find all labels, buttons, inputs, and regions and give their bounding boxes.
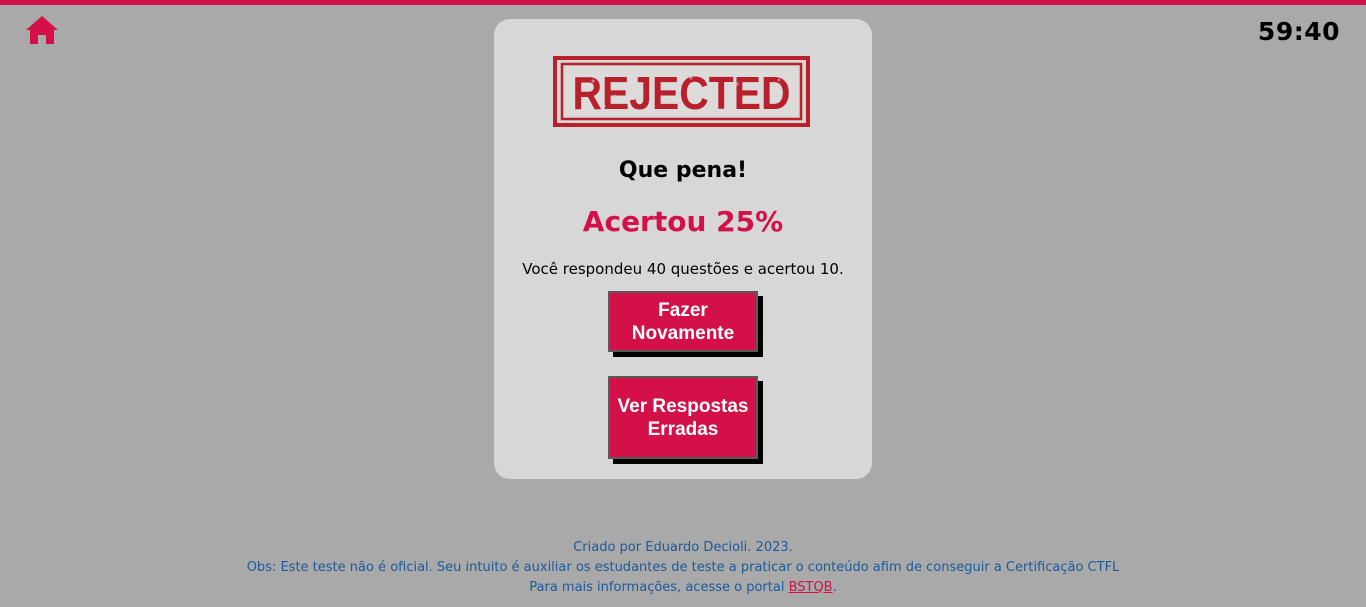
retry-button-label: Fazer Novamente — [631, 299, 735, 344]
stamp-text: REJECTED — [573, 67, 791, 119]
countdown-timer: 59:40 — [1257, 17, 1340, 46]
score-percentage: Acertou 25% — [582, 205, 784, 238]
footer-info-prefix: Para mais informações, acesse o portal — [529, 580, 789, 595]
result-summary: Você respondeu 40 questões e acertou 10. — [522, 260, 844, 278]
footer-disclaimer: Obs: Este teste não é oficial. Seu intui… — [246, 560, 1120, 575]
result-card: REJECTED Que pena! Acertou 25% Você resp… — [494, 19, 872, 479]
rejected-stamp-image: REJECTED — [553, 56, 810, 127]
view-wrong-answers-button[interactable]: Ver Respostas Erradas — [608, 376, 758, 459]
home-icon[interactable] — [24, 14, 60, 46]
retry-button[interactable]: Fazer Novamente — [608, 291, 758, 352]
footer-credit: Criado por Eduardo Decioli. 2023. — [573, 540, 793, 555]
bstqb-link[interactable]: BSTQB — [789, 580, 833, 595]
footer: Criado por Eduardo Decioli. 2023. Obs: E… — [0, 538, 1366, 598]
top-accent-bar — [0, 0, 1366, 5]
footer-info-suffix: . — [832, 580, 837, 595]
view-wrong-answers-label: Ver Respostas Erradas — [617, 395, 749, 440]
result-headline: Que pena! — [618, 158, 748, 183]
footer-info: Para mais informações, acesse o portal B… — [0, 578, 1366, 598]
